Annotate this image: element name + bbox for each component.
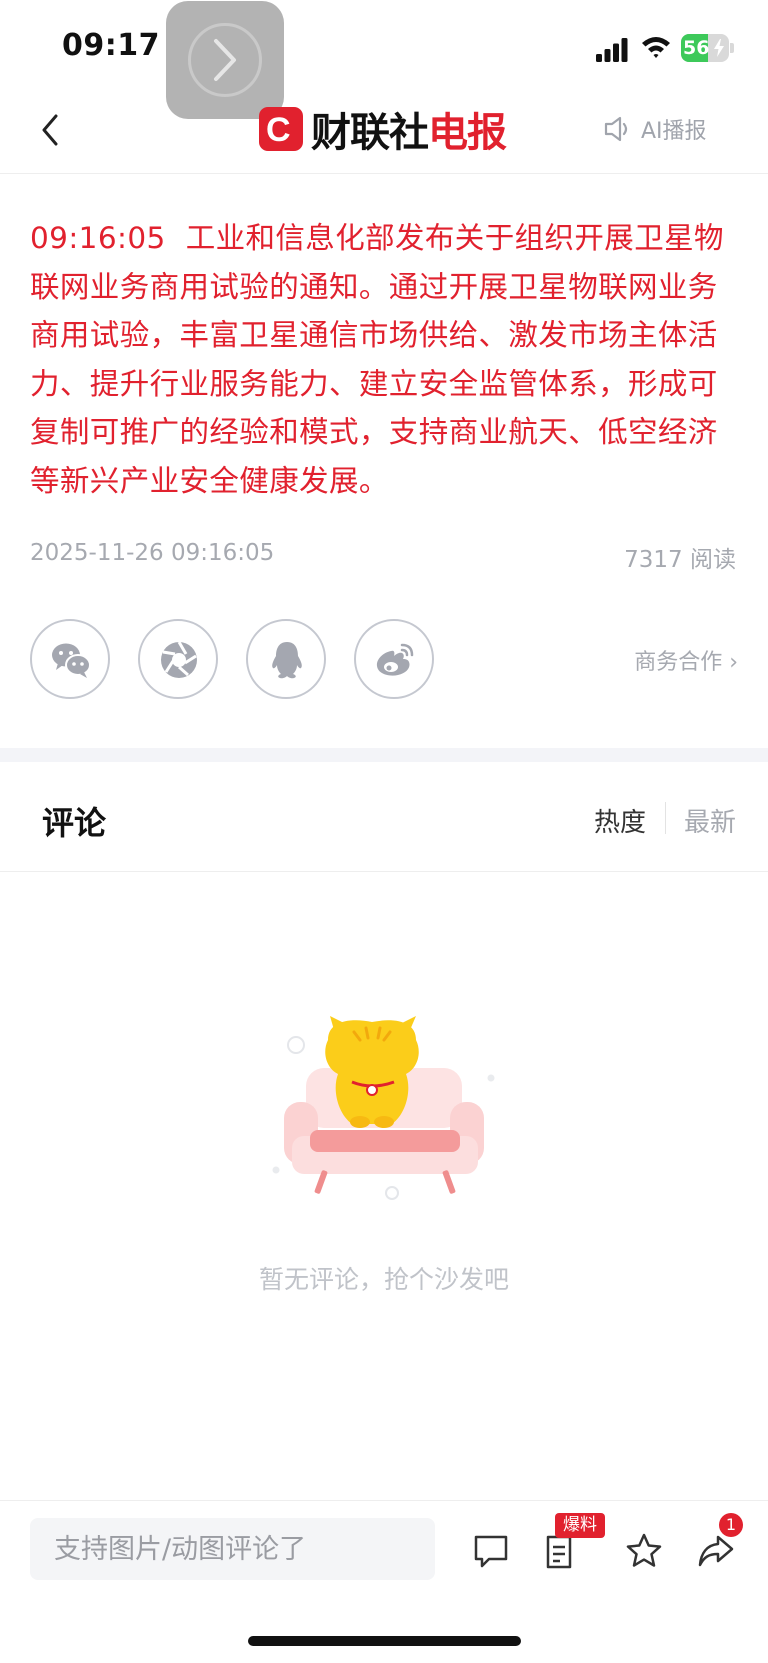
- back-icon[interactable]: [38, 110, 62, 150]
- tip-off-badge: 爆料: [555, 1513, 605, 1538]
- sort-hot-tab[interactable]: 热度: [594, 802, 646, 839]
- star-icon[interactable]: [624, 1531, 664, 1571]
- section-divider: [0, 748, 768, 762]
- battery-charging-icon: [714, 39, 724, 57]
- wifi-icon: [642, 37, 670, 58]
- brand-logo-mark: C: [259, 107, 303, 151]
- comments-header: 评论 热度 最新: [0, 762, 768, 872]
- qq-icon: [272, 642, 302, 679]
- brand-sub: 电报: [428, 110, 507, 156]
- telegraph-article: 09:16:05 工业和信息化部发布关于组织开展卫星物联网业务商用试验的通知。通过…: [30, 214, 742, 505]
- home-indicator: [248, 1636, 521, 1646]
- article-date: 2025-11-26 09:16:05: [30, 540, 275, 566]
- brand-logo: C 财联社 电报: [259, 104, 507, 156]
- sort-new-tab[interactable]: 最新: [684, 802, 736, 839]
- article-body: 工业和信息化部发布关于组织开展卫星物联网业务商用试验的通知。通过开展卫星物联网业…: [30, 221, 724, 498]
- bottom-action-bar: 爆料 1: [0, 1500, 768, 1610]
- ai-broadcast-button[interactable]: AI播报: [603, 114, 707, 144]
- empty-comments-illustration: [272, 1016, 495, 1200]
- share-count-badge: 1: [719, 1513, 743, 1537]
- weibo-icon: [376, 643, 414, 676]
- battery-cap: [730, 43, 734, 53]
- comment-input[interactable]: [30, 1518, 435, 1580]
- battery-level: 56: [683, 37, 710, 59]
- article-time: 09:16:05: [30, 221, 166, 255]
- brand-letter: C: [266, 111, 291, 149]
- signal-icon: [596, 38, 628, 62]
- battery-indicator: 56: [681, 34, 729, 62]
- share-qq-button[interactable]: [246, 619, 326, 699]
- share-wechat-button[interactable]: [30, 619, 110, 699]
- share-icon[interactable]: [696, 1531, 736, 1571]
- ai-broadcast-label: AI播报: [641, 119, 707, 144]
- read-count: 7317 阅读: [624, 547, 736, 573]
- status-bar: 09:17 56: [0, 0, 768, 119]
- wechat-icon: [52, 643, 91, 678]
- article-meta: 2025-11-26 09:16:05 7317 阅读: [30, 540, 736, 573]
- comment-icon[interactable]: [471, 1531, 511, 1571]
- share-moments-button[interactable]: [138, 619, 218, 699]
- comments-title: 评论: [42, 804, 107, 842]
- moments-icon: [161, 641, 197, 678]
- share-weibo-button[interactable]: [354, 619, 434, 699]
- chevron-right-icon: [214, 39, 236, 81]
- empty-comments-text: 暂无评论，抢个沙发吧: [258, 1265, 509, 1294]
- brand-name: 财联社: [311, 110, 429, 156]
- nav-bar: C 财联社 电报 AI播报: [0, 100, 768, 174]
- speaker-icon: [604, 116, 628, 142]
- business-cooperation-link[interactable]: 商务合作 ›: [634, 644, 738, 676]
- status-time: 09:17: [62, 28, 160, 63]
- sort-divider: [665, 802, 666, 834]
